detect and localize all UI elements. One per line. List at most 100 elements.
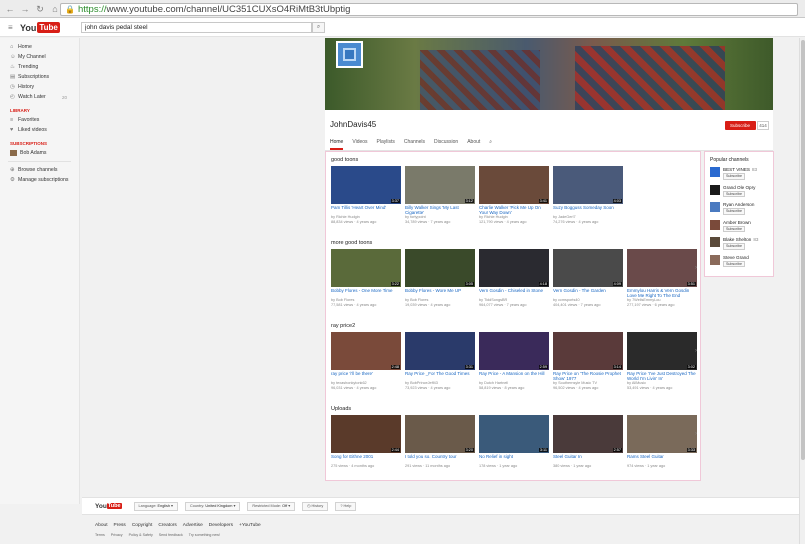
video-thumbnail[interactable]: 2:44 [331, 415, 401, 453]
channel-avatar[interactable] [710, 202, 720, 212]
footer-legal-link[interactable]: Policy & Safety [129, 533, 153, 537]
video-title[interactable]: Rams Steel Guitar [627, 454, 697, 464]
video-thumbnail[interactable]: 3:37 [331, 166, 401, 204]
forward-icon[interactable]: → [19, 3, 31, 15]
guide-menu-icon[interactable]: ≡ [8, 23, 13, 32]
chevron-right-icon[interactable]: › [695, 348, 697, 354]
footer-link-press[interactable]: Press [114, 523, 126, 528]
video-thumbnail[interactable]: 3:02 [627, 332, 697, 370]
sidebar-item-history[interactable]: ◷ History [0, 82, 79, 92]
video-card[interactable]: 3:12 Billy Walker Sings 'My Last Cigarett… [405, 166, 475, 224]
help-button[interactable]: ? Help [335, 501, 357, 511]
popular-channel-name[interactable]: Amber Brown [723, 220, 751, 225]
channel-avatar[interactable] [710, 167, 720, 177]
footer-link-advertise[interactable]: Advertise [183, 523, 203, 528]
popular-channel-name[interactable]: Grand Ole Opry [723, 185, 755, 190]
video-title[interactable]: Ray Price - A Mansion on the Hill [479, 371, 549, 381]
tab-channels[interactable]: Channels [404, 139, 425, 150]
subscribe-button[interactable]: Subscribe [723, 208, 745, 215]
subscribe-button[interactable]: Subscribe [723, 243, 745, 250]
video-card[interactable]: 2:59 Ray Price - A Mansion on the Hill by … [479, 332, 549, 390]
sidebar-item-watch-later[interactable]: ◴ Watch Later 20 [0, 92, 79, 102]
footer-link--youtube[interactable]: +YouTube [239, 523, 261, 528]
footer-legal-link[interactable]: Terms [95, 533, 105, 537]
sidebar-item-browse-channels[interactable]: ⊕ Browse channels [0, 165, 79, 175]
video-title[interactable]: Steel Guitar In [553, 454, 623, 464]
video-title[interactable]: Suzy Bogguss Someday Soon [553, 205, 623, 215]
video-thumbnail[interactable]: 3:05 [405, 249, 475, 287]
chevron-right-icon[interactable]: › [695, 265, 697, 271]
video-title[interactable]: Pam Tillis 'Heart Over Mind' [331, 205, 401, 215]
video-thumbnail[interactable]: 3:33 [627, 415, 697, 453]
restricted-mode-button[interactable]: Restricted Mode: Off ▾ [247, 501, 296, 511]
video-title[interactable]: No Relief in sight [479, 454, 549, 464]
scrollbar-thumb[interactable] [801, 40, 805, 460]
video-title[interactable]: Bobby Flores - Wore Me UP [405, 288, 475, 298]
sidebar-item-favorites[interactable]: ≡ Favorites [0, 115, 79, 125]
video-card[interactable]: 4:09 Vern Gosdin - The Garden by ccmsports… [553, 249, 623, 307]
video-card[interactable]: 2:57 Steel Guitar In 380 views · 1 year ag… [553, 415, 623, 469]
tab-videos[interactable]: Videos [352, 139, 367, 150]
footer-logo[interactable]: You Tube [95, 503, 122, 510]
video-title[interactable]: Bobby Flores - One More Time [331, 288, 401, 298]
video-title[interactable]: Vern Gosdin - The Garden [553, 288, 623, 298]
video-card[interactable]: 3:22 Bobby Flores - One More Time by Bob F… [331, 249, 401, 307]
sidebar-item-trending[interactable]: ♨ Trending [0, 62, 79, 72]
subscribe-button[interactable]: Subscribe [725, 121, 756, 130]
video-thumbnail[interactable]: 3:11 [479, 415, 549, 453]
video-thumbnail[interactable]: 2:59 [479, 332, 549, 370]
subscribe-button[interactable]: Subscribe [723, 173, 745, 180]
video-thumbnail[interactable]: 3:22 [331, 249, 401, 287]
video-card[interactable]: 2:44 Song for Eithne 2001 275 views · 4 mo… [331, 415, 401, 469]
video-card[interactable]: 3:02 Ray Price 'I've Just Destroyed The W… [627, 332, 697, 390]
shelf-title[interactable]: Uploads [331, 406, 351, 412]
video-card[interactable]: 2:48 ray price 'i'll be there' by texashon… [331, 332, 401, 390]
video-card[interactable]: 3:14 Ray Price on 'The Roosie Prophet Sho… [553, 332, 623, 390]
video-card[interactable]: 3:20 I told you so. Country tour 291 views… [405, 415, 475, 469]
video-card[interactable]: 3:41 Charlie Walker 'Pick Me Up On Your W… [479, 166, 549, 224]
channel-avatar[interactable] [710, 219, 720, 230]
footer-legal-link[interactable]: Privacy [111, 533, 123, 537]
language-button[interactable]: Language: English ▾ [133, 501, 178, 511]
tab-about[interactable]: About [467, 139, 480, 150]
tab-discussion[interactable]: Discussion [434, 139, 458, 150]
popular-channel-item[interactable]: BEST VINES 83 Subscribe [710, 167, 773, 185]
shelf-title[interactable]: more good toons [331, 240, 372, 246]
reload-icon[interactable]: ↻ [34, 3, 46, 15]
footer-link-developers[interactable]: Developers [209, 523, 233, 528]
video-thumbnail[interactable]: 3:51 [627, 249, 697, 287]
search-icon[interactable]: ⌕ [489, 139, 492, 150]
popular-channel-name[interactable]: Ryan Anderson [723, 202, 754, 207]
sidebar-item-home[interactable]: ⌂ Home [0, 42, 79, 52]
video-thumbnail[interactable]: 3:12 [405, 166, 475, 204]
channel-title[interactable]: JohnDavis45 [330, 120, 376, 129]
video-title[interactable]: Vern Gosdin - Chiseled in Stone [479, 288, 549, 298]
back-icon[interactable]: ← [4, 3, 16, 15]
chevron-right-icon[interactable]: › [695, 431, 697, 437]
channel-avatar[interactable] [710, 254, 720, 265]
video-thumbnail[interactable]: 4:03 [553, 166, 623, 204]
page-scrollbar[interactable] [799, 38, 805, 544]
sidebar-item-manage-subscriptions[interactable]: ⚙ Manage subscriptions [0, 175, 79, 185]
shelf-title[interactable]: good toons [331, 157, 358, 163]
video-title[interactable]: Emmylou Harris & Vern Gosdin Love Me Rig… [627, 288, 697, 298]
video-thumbnail[interactable]: 3:41 [479, 166, 549, 204]
popular-channel-item[interactable]: Blake Shelton 83 Subscribe [710, 237, 773, 255]
search-input[interactable] [81, 22, 312, 33]
popular-channel-item[interactable]: Steve Grand Subscribe [710, 254, 773, 273]
subscription-item[interactable]: Bob Adams [0, 148, 79, 158]
video-title[interactable]: ray price 'i'll be there' [331, 371, 401, 381]
popular-channel-name[interactable]: Steve Grand [723, 255, 749, 260]
video-title[interactable]: Song for Eithne 2001 [331, 454, 401, 464]
video-thumbnail[interactable]: 2:48 [331, 332, 401, 370]
popular-channel-name[interactable]: Blake Shelton 83 [723, 237, 758, 242]
channel-avatar[interactable] [710, 237, 720, 247]
video-thumbnail[interactable]: 4:09 [553, 249, 623, 287]
video-card[interactable]: 3:31 Ray Price _For The Good Times by BobP… [405, 332, 475, 390]
footer-legal-link[interactable]: Send feedback [159, 533, 183, 537]
sidebar-item-my-channel[interactable]: ☺ My Channel [0, 52, 79, 62]
channel-avatar[interactable] [336, 41, 363, 68]
video-title[interactable]: Charlie Walker 'Pick Me Up On Your Way D… [479, 205, 549, 215]
video-thumbnail[interactable]: 2:57 [553, 415, 623, 453]
video-card[interactable]: 3:37 Pam Tillis 'Heart Over Mind' by Richi… [331, 166, 401, 224]
